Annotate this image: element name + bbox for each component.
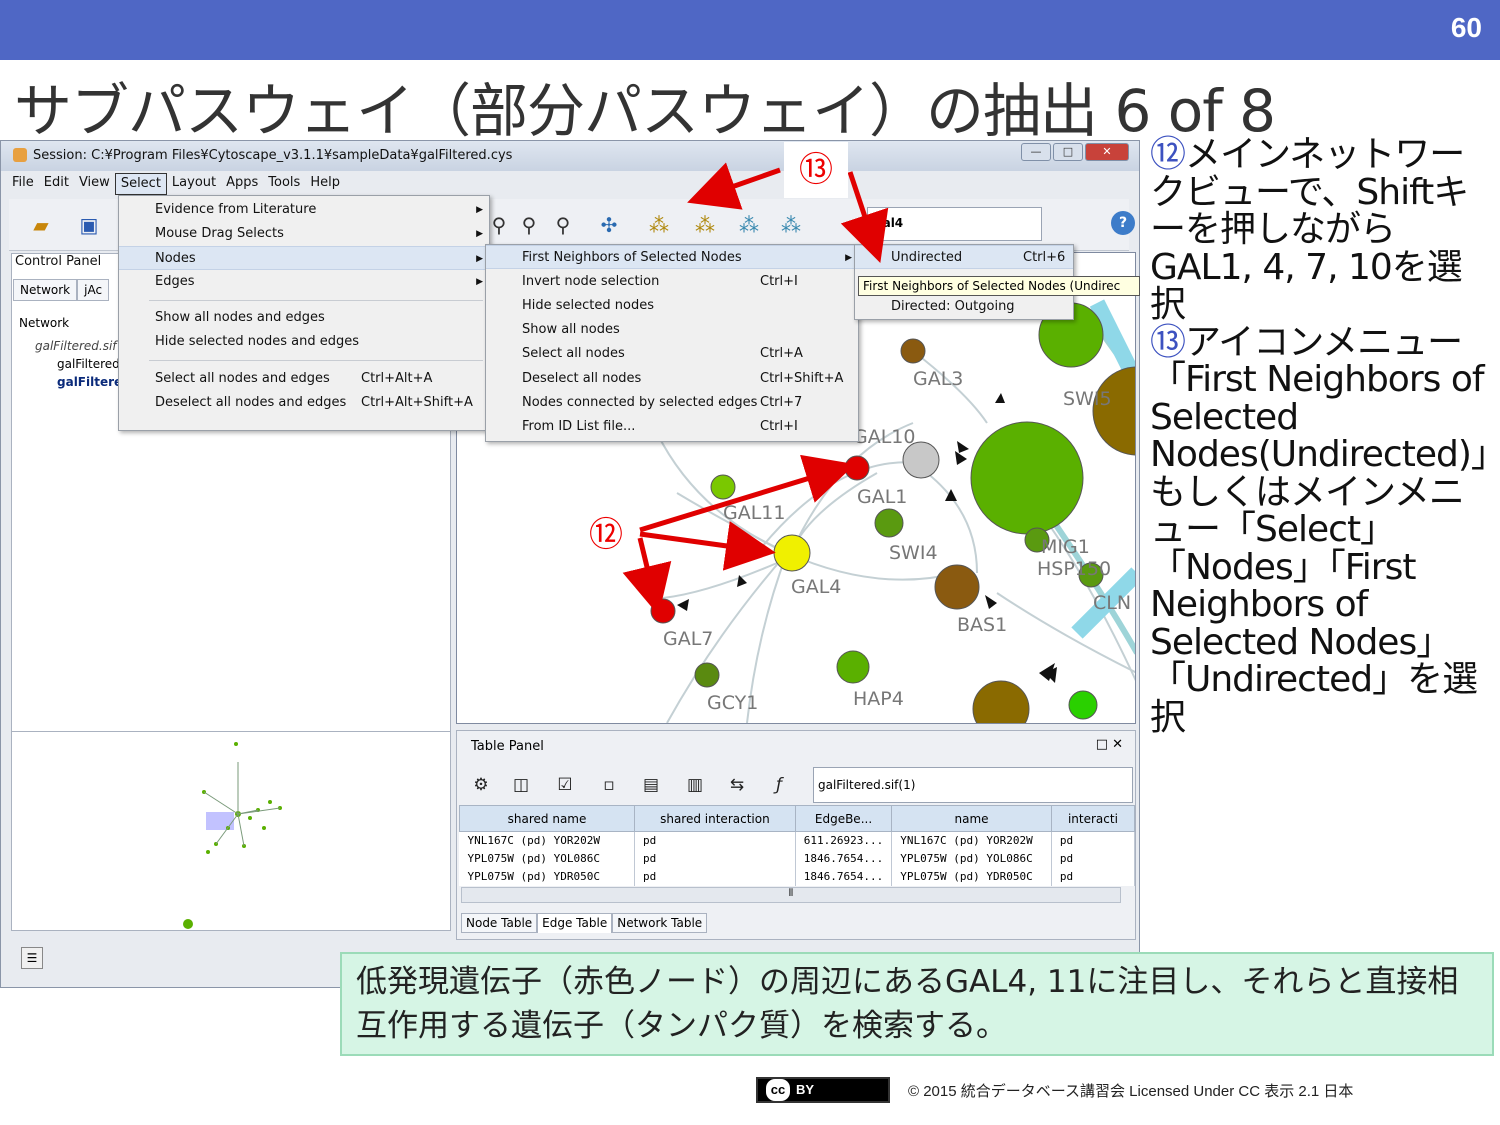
table-selector[interactable]: galFiltered.sif(1): [813, 767, 1133, 803]
annotation-arrows: [622, 162, 889, 616]
note-box: 低発現遺伝子（赤色ノード）の周辺にあるGAL4, 11に注目し、それらと直接相互…: [340, 952, 1494, 1056]
table-cell: YNL167C (pd) YOR202W: [459, 831, 636, 850]
link-table-icon[interactable]: ⇆: [725, 773, 749, 797]
column-header[interactable]: shared name: [458, 805, 636, 832]
column-header[interactable]: name: [891, 805, 1052, 832]
table-cell: pd: [634, 831, 796, 850]
step-13-text: アイコンメニュー「First Neighbors of Selected Nod…: [1150, 321, 1494, 738]
step-12-badge: ⑫: [582, 514, 630, 556]
step-12-number: ⑫: [1150, 134, 1186, 175]
table-panel: Table Panel □ ✕ ⚙ ◫ ☑ ▫ ▤ ▥ ⇆ ƒ galFilte…: [456, 730, 1136, 940]
table-cell: 1846.7654...: [795, 849, 893, 868]
column-header[interactable]: interacti: [1050, 805, 1136, 832]
table-cell: YNL167C (pd) YOR202W: [891, 831, 1052, 850]
table-cell: YPL075W (pd) YOL086C: [459, 849, 636, 868]
tab-node-table[interactable]: Node Table: [461, 913, 538, 933]
table-cell: 1846.7654...: [795, 867, 893, 886]
tab-network-table[interactable]: Network Table: [612, 913, 708, 933]
table-tabs: Node Table Edge Table Network Table: [461, 913, 708, 933]
network-overview[interactable]: [11, 731, 451, 931]
copyright-text: © 2015 統合データベース講習会 Licensed Under CC 表示 …: [908, 1082, 1354, 1100]
edge-table: shared name shared interaction EdgeBe...…: [458, 805, 1136, 886]
step-13-badge: ⑬: [784, 142, 848, 198]
column-header[interactable]: shared interaction: [634, 805, 796, 832]
table-cell: YPL075W (pd) YOL086C: [891, 849, 1052, 868]
table-row[interactable]: YPL075W (pd) YOL086C pd 1846.7654... YPL…: [459, 849, 1136, 868]
table-cell: pd: [634, 849, 796, 868]
step-13-number: ⑬: [1150, 321, 1186, 363]
table-cell: pd: [1051, 867, 1136, 886]
status-checklist-icon[interactable]: ☰: [21, 947, 43, 969]
column-header[interactable]: EdgeBe...: [794, 805, 893, 832]
function-icon[interactable]: ƒ: [767, 773, 791, 797]
step-12-text: メインネットワークビューで、Shiftキーを押しながらGAL1, 4, 7, 1…: [1150, 134, 1469, 325]
settings-gear-icon[interactable]: ⚙: [469, 773, 493, 797]
page-number: 60: [1450, 12, 1482, 43]
table-cell: pd: [634, 867, 796, 886]
horizontal-scrollbar[interactable]: ⦀: [461, 887, 1121, 903]
cc-license-badge: cc BY: [756, 1077, 890, 1103]
table-row[interactable]: YPL075W (pd) YDR050C pd 1846.7654... YPL…: [459, 867, 1136, 886]
tab-edge-table[interactable]: Edge Table: [537, 913, 613, 933]
instruction-text: ⑫メインネットワークビューで、Shiftキーを押しながらGAL1, 4, 7, …: [1150, 136, 1490, 736]
overview-graph: [183, 742, 282, 929]
table-cell: pd: [1051, 849, 1136, 868]
table-cell: 611.26923...: [795, 831, 893, 850]
table-toolbar: ⚙ ◫ ☑ ▫ ▤ ▥ ⇆ ƒ galFiltered.sif(1): [461, 767, 1133, 803]
new-column-icon[interactable]: ▤: [639, 773, 663, 797]
table-cell: pd: [1051, 831, 1136, 850]
footer: cc BY © 2015 統合データベース講習会 Licensed Under C…: [756, 1076, 1353, 1104]
delete-icon[interactable]: ▥: [683, 773, 707, 797]
uncheck-columns-icon[interactable]: ▫: [597, 773, 621, 797]
table-cell: YPL075W (pd) YDR050C: [891, 867, 1052, 886]
column-icon[interactable]: ◫: [509, 773, 533, 797]
check-columns-icon[interactable]: ☑: [553, 773, 577, 797]
table-row[interactable]: YNL167C (pd) YOR202W pd 611.26923... YNL…: [459, 831, 1136, 850]
table-cell: YPL075W (pd) YDR050C: [459, 867, 636, 886]
